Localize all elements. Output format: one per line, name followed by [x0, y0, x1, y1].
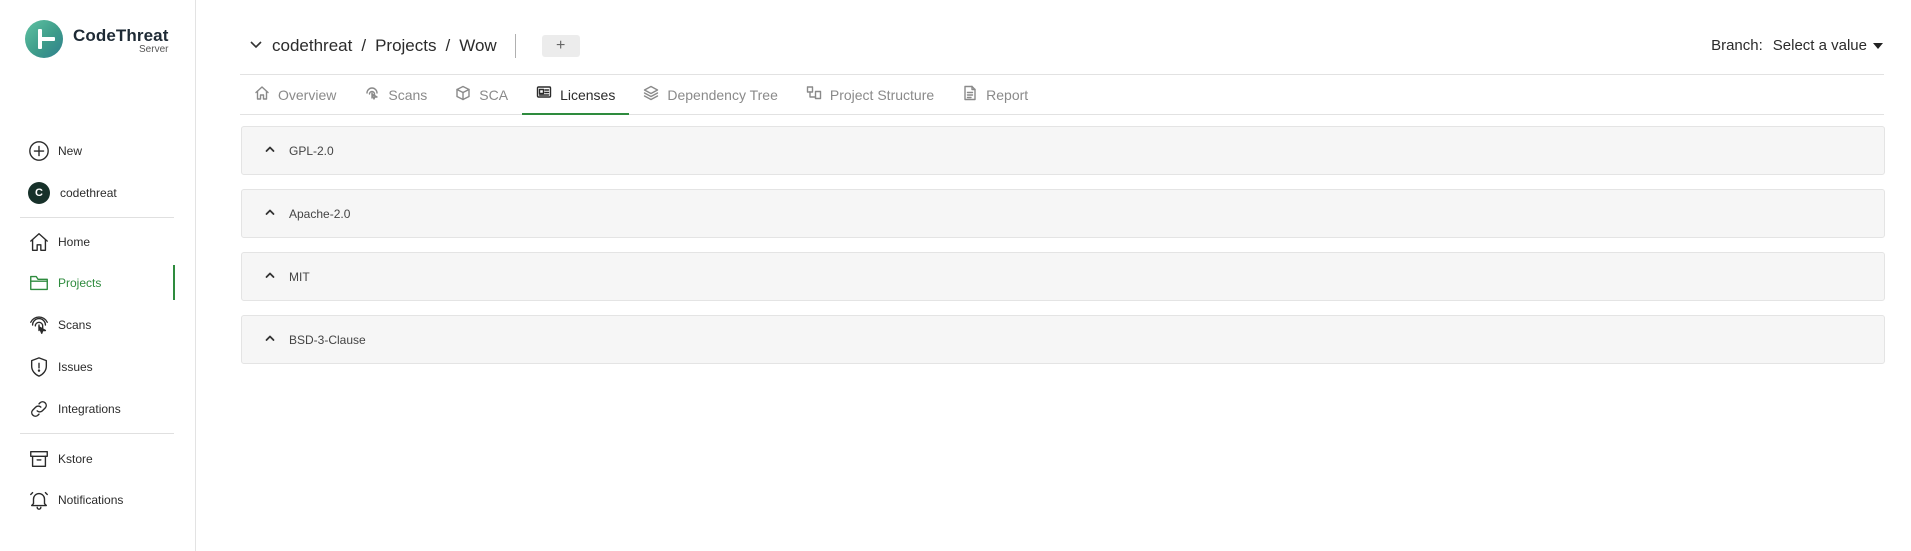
license-panel-gpl[interactable]: GPL-2.0 [241, 126, 1885, 175]
plus-circle-icon [28, 140, 50, 162]
sidebar-divider [20, 217, 174, 218]
tab-project-structure[interactable]: Project Structure [792, 76, 948, 114]
license-list: GPL-2.0 Apache-2.0 MIT BSD-3-Clause [241, 126, 1885, 378]
breadcrumb: codethreat / Projects / Wow + [248, 34, 580, 58]
bell-icon [28, 489, 50, 511]
tab-overview[interactable]: Overview [240, 76, 350, 114]
license-name: Apache-2.0 [289, 206, 351, 221]
link-icon [28, 398, 50, 420]
branch-label: Branch: [1711, 37, 1763, 54]
shield-icon [28, 356, 50, 378]
sidebar-item-label: Scans [58, 318, 92, 332]
chevron-up-icon [264, 205, 276, 223]
home-icon [28, 231, 50, 253]
branch-dropdown[interactable]: Select a value [1773, 37, 1883, 54]
sidebar-item-notifications[interactable]: Notifications [28, 486, 123, 514]
sidebar-item-integrations[interactable]: Integrations [28, 395, 121, 423]
branch-value: Select a value [1772, 37, 1867, 54]
sidebar-item-label: Home [58, 235, 91, 249]
folder-icon [28, 272, 50, 294]
logo-title: CodeThreat [73, 26, 169, 45]
sidebar-item-label: Notifications [58, 493, 124, 507]
org-switcher[interactable]: C codethreat [28, 179, 117, 207]
chevron-up-icon [264, 268, 276, 286]
breadcrumb-separator: / [361, 36, 367, 55]
tab-dependency-tree[interactable]: Dependency Tree [629, 76, 792, 114]
header-divider-line [240, 74, 1884, 75]
license-name: BSD-3-Clause [289, 332, 366, 347]
logo-subtitle: Server [139, 44, 169, 55]
new-button[interactable]: New [28, 137, 82, 165]
codethreat-logo-icon [25, 20, 63, 58]
branch-selector: Branch: Select a value [1711, 37, 1883, 54]
logo[interactable]: CodeThreat Server [25, 20, 168, 58]
tab-label: Dependency Tree [667, 87, 778, 103]
avatar: C [28, 182, 50, 204]
license-name: MIT [289, 269, 310, 284]
archive-icon [28, 448, 50, 470]
sidebar-divider [20, 433, 174, 434]
license-panel-mit[interactable]: MIT [241, 252, 1885, 301]
new-label: New [58, 144, 83, 158]
tab-report[interactable]: Report [948, 76, 1042, 114]
home-icon [254, 85, 270, 106]
document-icon [962, 85, 978, 106]
tab-sca[interactable]: SCA [441, 76, 522, 114]
tab-label: SCA [479, 87, 509, 103]
sidebar: CodeThreat Server New C codethreat Home … [0, 0, 196, 551]
header-divider [514, 34, 516, 58]
sidebar-item-label: Issues [58, 360, 93, 374]
sidebar-item-projects[interactable]: Projects [28, 269, 101, 297]
structure-icon [806, 85, 822, 106]
sidebar-item-label: Kstore [58, 452, 93, 466]
sidebar-item-scans[interactable]: Scans [28, 311, 91, 339]
sidebar-item-issues[interactable]: Issues [28, 353, 93, 381]
fingerprint-icon [364, 85, 380, 106]
tab-label: Scans [388, 87, 428, 103]
layers-icon [643, 85, 659, 106]
chevron-down-icon[interactable] [248, 36, 264, 57]
project-tabs: Overview Scans SCA Licenses Dependency T… [240, 76, 1884, 115]
tab-label: Report [986, 87, 1029, 103]
org-label: codethreat [60, 186, 117, 200]
license-panel-apache[interactable]: Apache-2.0 [241, 189, 1885, 238]
tab-label: Licenses [560, 86, 616, 103]
chevron-up-icon [264, 331, 276, 349]
sidebar-item-home[interactable]: Home [28, 228, 90, 256]
active-indicator [173, 265, 175, 300]
tab-label: Project Structure [829, 87, 935, 103]
sidebar-item-label: Projects [58, 276, 102, 290]
license-name: GPL-2.0 [289, 143, 334, 158]
tab-licenses[interactable]: Licenses [522, 76, 630, 115]
breadcrumb-org[interactable]: codethreat [272, 36, 352, 56]
tab-label: Overview [278, 87, 337, 103]
add-button[interactable]: + [541, 35, 580, 57]
chevron-up-icon [264, 142, 276, 160]
fingerprint-icon [28, 314, 50, 336]
breadcrumb-projects[interactable]: Projects [375, 36, 436, 56]
breadcrumb-project: Wow [459, 36, 497, 55]
tab-scans[interactable]: Scans [350, 76, 441, 114]
license-panel-bsd[interactable]: BSD-3-Clause [241, 315, 1885, 364]
breadcrumb-separator: / [445, 36, 451, 55]
sidebar-item-label: Integrations [58, 402, 121, 416]
caret-down-icon [1873, 42, 1883, 49]
id-card-icon [536, 84, 552, 105]
cube-icon [455, 85, 471, 106]
sidebar-item-kstore[interactable]: Kstore [28, 445, 93, 473]
